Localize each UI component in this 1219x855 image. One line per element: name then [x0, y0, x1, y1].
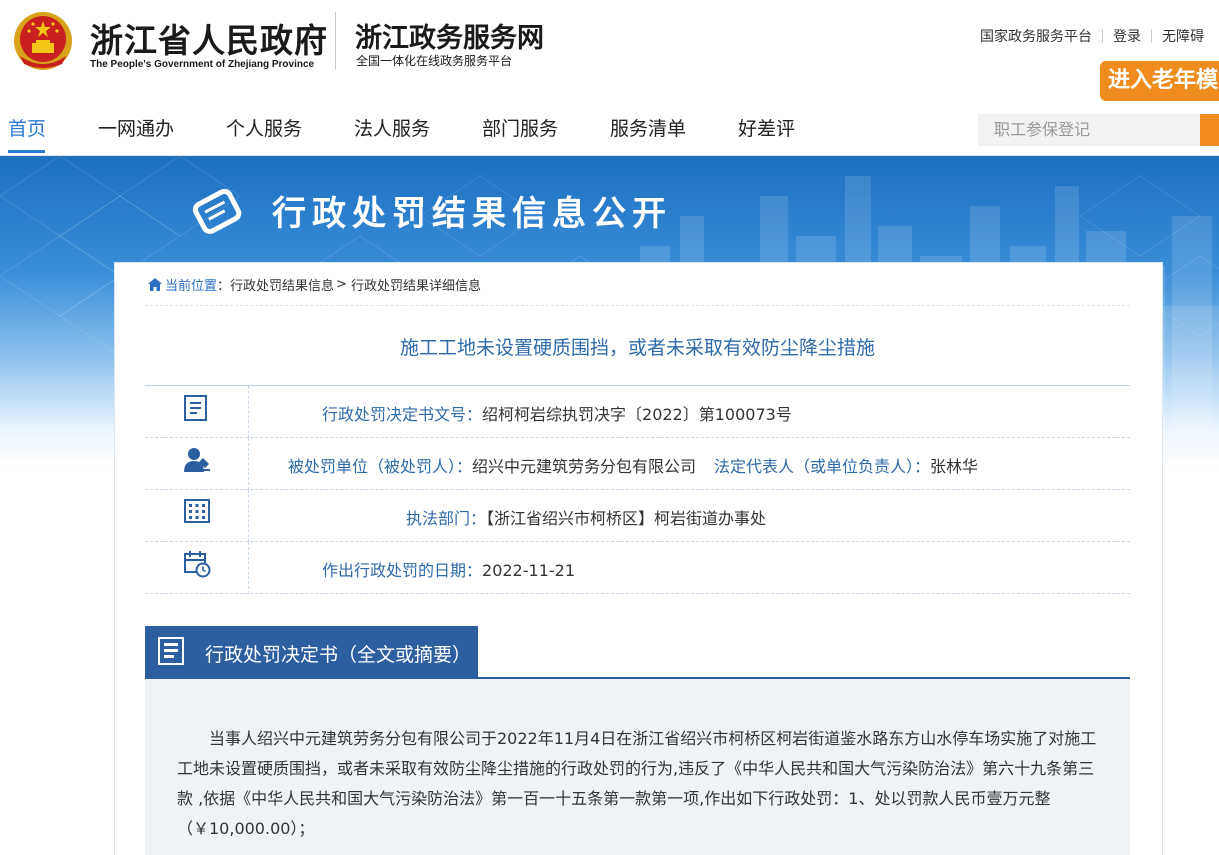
breadcrumb-divider	[145, 305, 1130, 306]
top-links: 国家政务服务平台 登录 无障碍	[980, 26, 1204, 46]
breadcrumb-separator: >	[336, 277, 347, 292]
nav-item-one-stop[interactable]: 一网通办	[98, 114, 174, 141]
decision-number-label: 行政处罚决定书文号：	[322, 405, 483, 424]
banner-title: 行政处罚结果信息公开	[272, 194, 672, 234]
penalized-party-label: 被处罚单位（被处罚人）：	[288, 457, 473, 476]
legal-representative-label: 法定代表人（或单位负责人）：	[714, 457, 931, 476]
main-nav: 首页 一网通办 个人服务 法人服务 部门服务 服务清单 好差评 职工参保登记	[0, 100, 1219, 156]
breadcrumb: 当前位置 ： 行政处罚结果信息 > 行政处罚结果详细信息	[148, 275, 481, 294]
info-icon-cell	[145, 438, 249, 490]
decision-number-value: 绍柯柯岩综执罚决字〔2022〕第100073号	[482, 405, 792, 424]
info-row-penalized-party: 被处罚单位（被处罚人）：绍兴中元建筑劳务分包有限公司 法定代表人（或单位负责人）：…	[145, 438, 1130, 490]
legal-representative-value: 张林华	[930, 457, 979, 476]
link-divider	[1102, 29, 1103, 43]
national-platform-link[interactable]: 国家政务服务平台	[980, 26, 1092, 46]
active-tab-indicator	[8, 150, 45, 153]
home-icon	[148, 278, 162, 291]
accessibility-link[interactable]: 无障碍	[1162, 26, 1204, 46]
nav-item-service-list[interactable]: 服务清单	[610, 114, 686, 141]
breadcrumb-current-location[interactable]: 当前位置	[165, 275, 217, 294]
decision-section-title: 行政处罚决定书（全文或摘要）	[205, 644, 472, 666]
breadcrumb-colon: ：	[217, 279, 231, 294]
info-table: 行政处罚决定书文号：绍柯柯岩综执罚决字〔2022〕第100073号 被处罚单位（…	[145, 385, 1130, 594]
elder-mode-button[interactable]: 进入老年模式	[1100, 61, 1219, 101]
login-link[interactable]: 登录	[1113, 26, 1141, 46]
breadcrumb-level2: 行政处罚结果详细信息	[350, 279, 481, 294]
person-icon	[184, 448, 210, 472]
department-value: 【浙江省绍兴市柯桥区】柯岩街道办事处	[486, 509, 767, 528]
info-line: 执法部门：【浙江省绍兴市柯桥区】柯岩街道办事处	[406, 505, 766, 529]
site-header: 浙江省人民政府 The People's Government of Zheji…	[0, 0, 1219, 101]
nav-item-personal[interactable]: 个人服务	[226, 114, 302, 141]
info-icon-cell	[145, 386, 249, 438]
penalty-date-label: 作出行政处罚的日期：	[322, 561, 483, 580]
info-icon-cell	[145, 490, 249, 542]
header-divider	[335, 12, 336, 70]
nav-item-corporate[interactable]: 法人服务	[354, 114, 430, 141]
nav-item-home[interactable]: 首页	[8, 114, 46, 141]
calendar-clock-icon	[184, 551, 211, 578]
decision-section-header: 行政处罚决定书（全文或摘要）	[145, 626, 478, 677]
info-row-enforcement-department: 执法部门：【浙江省绍兴市柯桥区】柯岩街道办事处	[145, 490, 1130, 542]
search-input[interactable]: 职工参保登记	[978, 114, 1200, 146]
info-icon-cell	[145, 542, 249, 594]
info-line: 作出行政处罚的日期：2022-11-21	[322, 557, 575, 581]
search-button[interactable]	[1200, 114, 1219, 146]
department-label: 执法部门：	[406, 509, 487, 528]
penalized-party-value: 绍兴中元建筑劳务分包有限公司	[472, 457, 697, 476]
building-icon	[184, 499, 210, 523]
service-subtitle: 全国一体化在线政务服务平台	[356, 54, 513, 68]
link-divider	[1151, 29, 1152, 43]
book-icon	[192, 188, 242, 235]
info-line: 行政处罚决定书文号：绍柯柯岩综执罚决字〔2022〕第100073号	[322, 401, 792, 425]
nav-item-department[interactable]: 部门服务	[482, 114, 558, 141]
breadcrumb-level1[interactable]: 行政处罚结果信息	[230, 275, 334, 294]
decision-text: 当事人绍兴中元建筑劳务分包有限公司于2022年11月4日在浙江省绍兴市柯桥区柯岩…	[177, 729, 1097, 838]
info-line: 被处罚单位（被处罚人）：绍兴中元建筑劳务分包有限公司 法定代表人（或单位负责人）：…	[288, 453, 978, 477]
page-title: 施工工地未设置硬质围挡，或者未采取有效防尘降尘措施	[399, 337, 875, 359]
nav-item-evaluation[interactable]: 好差评	[738, 114, 795, 141]
service-title[interactable]: 浙江政务服务网	[355, 16, 544, 55]
info-row-penalty-date: 作出行政处罚的日期：2022-11-21	[145, 542, 1130, 594]
penalty-date-value: 2022-11-21	[482, 561, 575, 580]
document-icon	[184, 395, 207, 421]
gov-subtitle: The People's Government of Zhejiang Prov…	[90, 59, 315, 70]
national-emblem-icon[interactable]	[12, 10, 74, 72]
info-row-decision-number: 行政处罚决定书文号：绍柯柯岩综执罚决字〔2022〕第100073号	[145, 386, 1130, 438]
gov-title[interactable]: 浙江省人民政府	[90, 14, 328, 62]
document-list-icon	[158, 637, 184, 665]
